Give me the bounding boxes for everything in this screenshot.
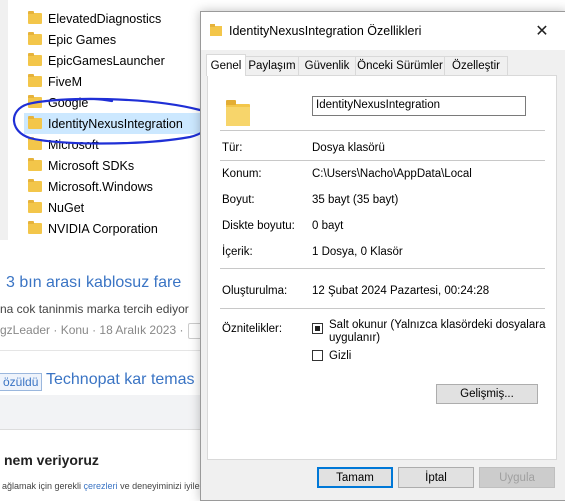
cookie-text-pre: ağlamak için gerekli (2, 481, 84, 491)
folder-icon (28, 158, 42, 171)
cookie-banner-title: nem veriyoruz (4, 452, 99, 468)
tab-general[interactable]: Genel (206, 54, 246, 76)
folder-icon (226, 100, 250, 126)
location-value: C:\Users\Nacho\AppData\Local (312, 168, 472, 180)
list-item-label: Microsoft.Windows (48, 179, 153, 194)
list-item-label: Microsoft SDKs (48, 158, 135, 173)
size-on-disk-label: Diskte boyutu: (222, 220, 295, 232)
thread-title-link[interactable]: Technopat kar temas (46, 371, 195, 389)
tab-customize[interactable]: Özelleştir (444, 56, 508, 75)
contents-label: İçerik: (222, 246, 253, 258)
attributes-label: Öznitelikler: (222, 323, 283, 335)
cookie-text-post: ve deneyiminizi iyile (117, 481, 200, 491)
cancel-button[interactable]: İptal (398, 467, 474, 488)
divider (220, 160, 545, 161)
list-item[interactable]: NVIDIA Corporation (28, 218, 158, 239)
tab-security[interactable]: Güvenlik (298, 56, 356, 75)
type-value: Dosya klasörü (312, 142, 385, 154)
advanced-button[interactable]: Gelişmiş... (436, 384, 538, 404)
page-band (0, 395, 205, 429)
list-item-label: NVIDIA Corporation (48, 221, 158, 236)
cookie-link[interactable]: çerezleri (84, 481, 118, 491)
list-item-label: NuGet (48, 200, 85, 215)
cookie-banner-text: ağlamak için gerekli çerezleri ve deneyi… (2, 481, 200, 491)
location-label: Konum: (222, 168, 262, 180)
dialog-titlebar[interactable]: IdentityNexusIntegration Özellikleri ✕ (201, 12, 565, 50)
forum-page-background: 3 bın arası kablosuz fare na cok taninmi… (0, 240, 205, 500)
close-icon[interactable]: ✕ (520, 14, 564, 48)
hidden-checkbox-label: Gizli (329, 350, 352, 362)
hidden-checkbox[interactable] (312, 350, 323, 361)
dialog-title: IdentityNexusIntegration Özellikleri (229, 24, 422, 38)
solved-badge: özüldü (0, 373, 43, 391)
folder-icon (210, 24, 222, 36)
size-label: Boyut: (222, 194, 255, 206)
divider (220, 130, 545, 131)
divider (0, 350, 205, 351)
size-on-disk-value: 0 bayt (312, 220, 344, 232)
divider (220, 268, 545, 269)
folder-icon (28, 221, 42, 234)
thread-meta: gzLeader · Konu · 18 Aralık 2023 · (0, 323, 184, 337)
apply-button[interactable]: Uygula (479, 467, 555, 488)
list-item[interactable]: NuGet (28, 197, 84, 218)
list-item[interactable]: Microsoft SDKs (28, 155, 134, 176)
divider (220, 308, 545, 309)
ok-button[interactable]: Tamam (317, 467, 393, 488)
thread-snippet: na cok taninmis marka tercih ediyor (0, 302, 189, 316)
tab-sharing[interactable]: Paylaşım (245, 56, 299, 75)
size-value: 35 bayt (35 bayt) (312, 194, 399, 206)
properties-dialog: IdentityNexusIntegration Özellikleri ✕ G… (200, 11, 565, 501)
created-label: Oluşturulma: (222, 285, 288, 297)
created-value: 12 Şubat 2024 Pazartesi, 00:24:28 (312, 285, 490, 297)
readonly-checkbox-label: Salt okunur (Yalnızca klasördeki dosyala… (329, 319, 546, 344)
general-tab-panel: IdentityNexusIntegration Tür: Dosya klas… (207, 75, 557, 460)
readonly-checkbox[interactable] (312, 323, 323, 334)
contents-value: 1 Dosya, 0 Klasör (312, 246, 403, 258)
list-item[interactable]: Microsoft.Windows (28, 176, 153, 197)
hand-drawn-circle-annotation (12, 97, 211, 145)
thread-title-link[interactable]: 3 bın arası kablosuz fare (6, 274, 181, 292)
tab-previous-versions[interactable]: Önceki Sürümler (355, 56, 445, 75)
type-label: Tür: (222, 142, 243, 154)
folder-icon (28, 200, 42, 213)
folder-icon (28, 179, 42, 192)
folder-name-input[interactable]: IdentityNexusIntegration (312, 96, 526, 116)
cookie-banner: nem veriyoruz ağlamak için gerekli çerez… (0, 429, 205, 500)
